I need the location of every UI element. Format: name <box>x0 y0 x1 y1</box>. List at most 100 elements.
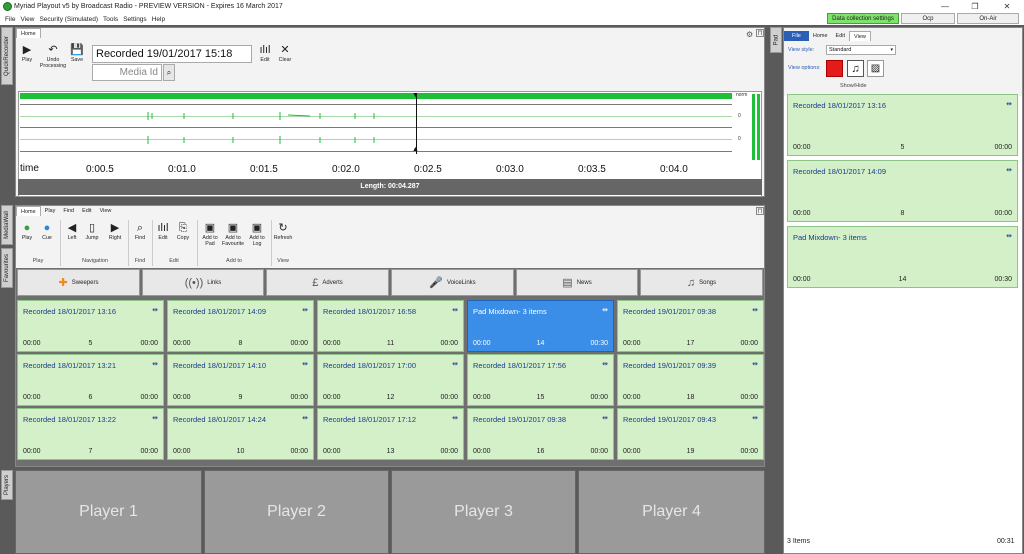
side-tab-pad[interactable]: Pad <box>770 27 782 53</box>
time-tick: 0:02.0 <box>332 164 360 175</box>
resize-arrows-icon: ⇹ <box>452 361 458 368</box>
menu-security[interactable]: Security (Simulated) <box>39 16 98 23</box>
cart-item[interactable]: Recorded 18/01/2017 17:00 ⇹ 00:00 12 00:00 <box>317 354 464 406</box>
music-option-icon[interactable]: ♫ <box>847 60 864 77</box>
undo-processing-button[interactable]: ↶ Undo Processing <box>38 44 68 69</box>
time-axis-label: time <box>20 163 39 174</box>
category-voicelinks[interactable]: 🎤 VoiceLinks <box>391 269 514 296</box>
maximize-button[interactable]: ❐ <box>960 0 990 13</box>
cart-item[interactable]: Recorded 18/01/2017 14:09 ⇹ 00:00 8 00:00 <box>167 300 314 352</box>
cart-item[interactable]: Recorded 18/01/2017 17:56 ⇹ 00:00 15 00:00 <box>467 354 614 406</box>
mw-copy-button[interactable]: ⎘ Copy <box>174 222 192 241</box>
player-3[interactable]: Player 3 <box>391 470 576 554</box>
add-to-log-button[interactable]: ▣ Add to Log <box>246 222 268 247</box>
cart-item[interactable]: Recorded 19/01/2017 09:39 ⇹ 00:00 18 00:00 <box>617 354 764 406</box>
channel-1-zero-label: 0 <box>738 113 741 119</box>
player-4[interactable]: Player 4 <box>578 470 765 554</box>
cart-item[interactable]: Recorded 18/01/2017 14:24 ⇹ 00:00 10 00:00 <box>167 408 314 460</box>
menu-file[interactable]: File <box>5 16 15 23</box>
tab-recorder-home[interactable]: Home <box>16 28 41 38</box>
recorder-edit-button[interactable]: ılıl Edit <box>256 44 274 63</box>
recorder-play-button[interactable]: ▶ Play <box>19 44 35 63</box>
media-search-icon[interactable]: ⌕ <box>163 64 175 81</box>
close-button[interactable]: ✕ <box>992 0 1022 13</box>
mw-right-button[interactable]: ▶ Right <box>106 222 124 241</box>
category-songs[interactable]: ♫ Songs <box>640 269 763 296</box>
category-sweepers[interactable]: ✚ Sweepers <box>17 269 140 296</box>
save-button[interactable]: 💾 Save <box>68 44 86 63</box>
channel-2-zero-label: 0 <box>738 136 741 142</box>
pad-tab-view[interactable]: View <box>849 31 871 41</box>
play-circle-icon: ● <box>23 222 31 234</box>
category-news[interactable]: ▤ News <box>516 269 638 296</box>
cart-item[interactable]: Recorded 18/01/2017 13:16 ⇹ 00:00 5 00:00 <box>17 300 164 352</box>
resize-arrows-icon: ⇹ <box>302 307 308 314</box>
media-wall-pin-icon[interactable]: ⊓ <box>756 207 764 215</box>
minimize-button[interactable]: — <box>930 0 960 13</box>
pad-item[interactable]: Pad Mixdown- 3 items ⇹ 00:00 14 00:30 <box>787 226 1018 288</box>
tab-home[interactable]: Home <box>16 206 41 216</box>
app-icon <box>3 2 12 11</box>
pad-item[interactable]: Recorded 18/01/2017 13:16 ⇹ 00:00 5 00:00 <box>787 94 1018 156</box>
cart-item[interactable]: Recorded 19/01/2017 09:38 ⇹ 00:00 17 00:00 <box>617 300 764 352</box>
group-play: Play <box>32 258 44 264</box>
settings-gear-icon[interactable]: ⚙ <box>746 30 753 39</box>
left-arrow-circle-icon: ◀ <box>67 222 77 234</box>
side-tab-favourites[interactable]: Favourites <box>1 248 13 288</box>
category-adverts[interactable]: £ Adverts <box>266 269 389 296</box>
menu-settings[interactable]: Settings <box>123 16 147 23</box>
quick-recorder-panel: Home ⚙ ⊓ ▶ Play ↶ Undo Processing 💾 Save Re… <box>15 27 765 197</box>
view-style-select[interactable]: Standard ▾ <box>826 45 896 55</box>
menu-help[interactable]: Help <box>152 16 165 23</box>
pad-tab-home[interactable]: Home <box>809 31 832 41</box>
tab-find[interactable]: Find <box>59 206 78 216</box>
image-option-icon[interactable]: ▨ <box>867 60 884 77</box>
cart-item[interactable]: Recorded 18/01/2017 14:10 ⇹ 00:00 9 00:00 <box>167 354 314 406</box>
menu-view[interactable]: View <box>20 16 34 23</box>
add-to-pad-button[interactable]: ▣ Add to Pad <box>199 222 221 247</box>
refresh-button[interactable]: ↻ Refresh <box>272 222 294 241</box>
level-meter-right <box>757 94 760 160</box>
mw-edit-button[interactable]: ılıl Edit <box>154 222 172 241</box>
mw-cue-button[interactable]: ● Cue <box>39 222 55 241</box>
side-tab-players[interactable]: Players <box>1 470 13 500</box>
play-icon: ▶ <box>22 44 32 56</box>
cart-item[interactable]: Recorded 19/01/2017 09:38 ⇹ 00:00 16 00:00 <box>467 408 614 460</box>
mw-find-button[interactable]: ⌕ Find <box>131 222 149 241</box>
tab-play[interactable]: Play <box>41 206 60 216</box>
mw-jump-button[interactable]: ▯ Jump <box>83 222 101 241</box>
cart-item[interactable]: Recorded 18/01/2017 13:21 ⇹ 00:00 6 00:00 <box>17 354 164 406</box>
mw-play-button[interactable]: ● Play <box>19 222 35 241</box>
cart-item[interactable]: Recorded 18/01/2017 13:22 ⇹ 00:00 7 00:00 <box>17 408 164 460</box>
cart-item[interactable]: Pad Mixdown- 3 items ⇹ 00:00 14 00:30 <box>467 300 614 352</box>
pad-tab-file[interactable]: File <box>784 31 809 41</box>
add-to-favourite-button[interactable]: ▣ Add to Favourite <box>221 222 245 247</box>
category-links[interactable]: ((•)) Links <box>142 269 264 296</box>
colour-option-icon[interactable] <box>826 60 843 77</box>
data-collection-button[interactable]: Data collection settings <box>827 13 899 24</box>
on-air-button[interactable]: On-Air <box>957 13 1019 24</box>
player-2[interactable]: Player 2 <box>204 470 389 554</box>
resize-arrows-icon: ⇹ <box>302 361 308 368</box>
tab-edit[interactable]: Edit <box>78 206 95 216</box>
menu-tools[interactable]: Tools <box>103 16 118 23</box>
side-tab-quickrecorder[interactable]: QuickRecorder <box>1 27 13 85</box>
time-tick: 0:00.5 <box>86 164 114 175</box>
recording-title-input[interactable]: Recorded 19/01/2017 15:18 <box>92 45 252 63</box>
ocp-button[interactable]: Ocp <box>901 13 955 24</box>
tab-view[interactable]: View <box>96 206 116 216</box>
pad-tab-edit[interactable]: Edit <box>832 31 849 41</box>
pin-icon[interactable]: ⊓ <box>756 29 764 37</box>
cart-item[interactable]: Recorded 18/01/2017 17:12 ⇹ 00:00 13 00:00 <box>317 408 464 460</box>
cart-item[interactable]: Recorded 18/01/2017 16:58 ⇹ 00:00 11 00:00 <box>317 300 464 352</box>
player-1[interactable]: Player 1 <box>15 470 202 554</box>
pad-item[interactable]: Recorded 18/01/2017 14:09 ⇹ 00:00 8 00:00 <box>787 160 1018 222</box>
mw-left-button[interactable]: ◀ Left <box>64 222 80 241</box>
favourite-add-icon: ▣ <box>227 222 239 234</box>
cart-item[interactable]: Recorded 19/01/2017 09:43 ⇹ 00:00 19 00:00 <box>617 408 764 460</box>
side-tab-mediawall[interactable]: MediaWall <box>1 205 13 245</box>
news-icon: ▤ <box>562 277 573 289</box>
playhead-cursor[interactable] <box>416 94 417 154</box>
clear-button[interactable]: ✕ Clear <box>276 44 294 63</box>
media-id-input[interactable]: Media Id <box>92 64 162 81</box>
